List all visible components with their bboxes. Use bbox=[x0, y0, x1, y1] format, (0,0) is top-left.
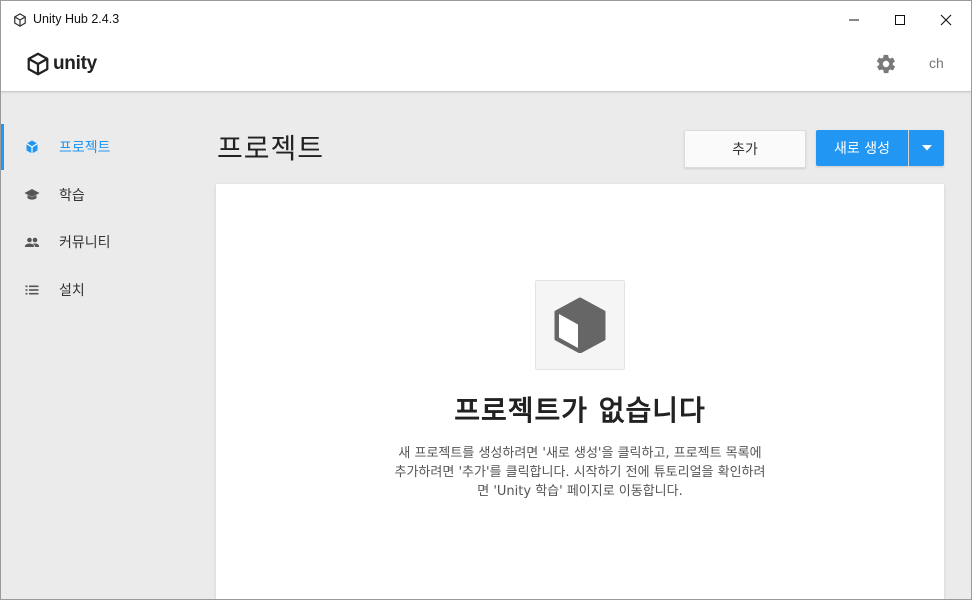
window-title: Unity Hub 2.4.3 bbox=[33, 12, 120, 26]
unity-app-icon bbox=[14, 13, 26, 27]
sidebar-item-label: 프로젝트 bbox=[59, 140, 111, 156]
new-project-dropdown-button[interactable] bbox=[909, 130, 944, 166]
empty-state-description-line: 새 프로젝트를 생성하려면 '새로 생성'을 클릭하고, 프로젝트 목록에 bbox=[398, 446, 762, 461]
empty-state-icon-box bbox=[535, 280, 625, 370]
add-project-button[interactable]: 추가 bbox=[684, 130, 806, 168]
close-button[interactable] bbox=[923, 1, 969, 39]
active-indicator bbox=[1, 124, 4, 170]
sidebar-item-installs[interactable]: 설치 bbox=[1, 267, 201, 313]
projects-panel: 프로젝트가 없습니다 새 프로젝트를 생성하려면 '새로 생성'을 클릭하고, … bbox=[216, 184, 944, 599]
unity-logo-icon bbox=[27, 52, 49, 76]
cube-icon bbox=[554, 297, 606, 353]
people-icon bbox=[24, 237, 40, 247]
new-project-button[interactable]: 새로 생성 bbox=[816, 130, 908, 166]
graduation-cap-icon bbox=[24, 189, 40, 200]
minimize-icon bbox=[849, 19, 859, 21]
logo-text: unity bbox=[53, 53, 97, 74]
app-window: Unity Hub 2.4.3 unity ch 프로젝트 학습 커뮤니티 설치… bbox=[0, 0, 972, 600]
empty-state-title: 프로젝트가 없습니다 bbox=[454, 394, 706, 427]
empty-state-description: 새 프로젝트를 생성하려면 '새로 생성'을 클릭하고, 프로젝트 목록에 추가… bbox=[356, 444, 804, 501]
list-icon bbox=[25, 285, 39, 295]
minimize-button[interactable] bbox=[831, 1, 877, 39]
sidebar-item-community[interactable]: 커뮤니티 bbox=[1, 219, 201, 265]
title-bar[interactable]: Unity Hub 2.4.3 bbox=[1, 1, 971, 39]
sidebar-item-label: 학습 bbox=[59, 188, 85, 204]
cube-icon bbox=[26, 140, 38, 154]
empty-state-description-line: 추가하려면 '추가'를 클릭합니다. 시작하기 전에 튜토리얼을 확인하려 bbox=[394, 465, 766, 480]
close-icon bbox=[940, 14, 952, 26]
sidebar-item-label: 설치 bbox=[59, 283, 85, 299]
caret-down-icon bbox=[921, 145, 932, 151]
gear-icon[interactable] bbox=[875, 53, 897, 75]
page-title: 프로젝트 bbox=[217, 132, 325, 165]
maximize-icon bbox=[895, 15, 905, 25]
sidebar-item-learn[interactable]: 학습 bbox=[1, 172, 201, 218]
sidebar-item-projects[interactable]: 프로젝트 bbox=[1, 124, 201, 170]
maximize-button[interactable] bbox=[877, 1, 923, 39]
unity-logo: unity bbox=[25, 51, 97, 77]
empty-state-description-line: 면 'Unity 학습' 페이지로 이동합니다. bbox=[477, 484, 683, 499]
sidebar: 프로젝트 학습 커뮤니티 설치 bbox=[1, 92, 201, 599]
sidebar-item-label: 커뮤니티 bbox=[59, 235, 111, 251]
user-account-button[interactable]: ch bbox=[929, 55, 944, 71]
app-header: unity ch bbox=[1, 39, 971, 92]
